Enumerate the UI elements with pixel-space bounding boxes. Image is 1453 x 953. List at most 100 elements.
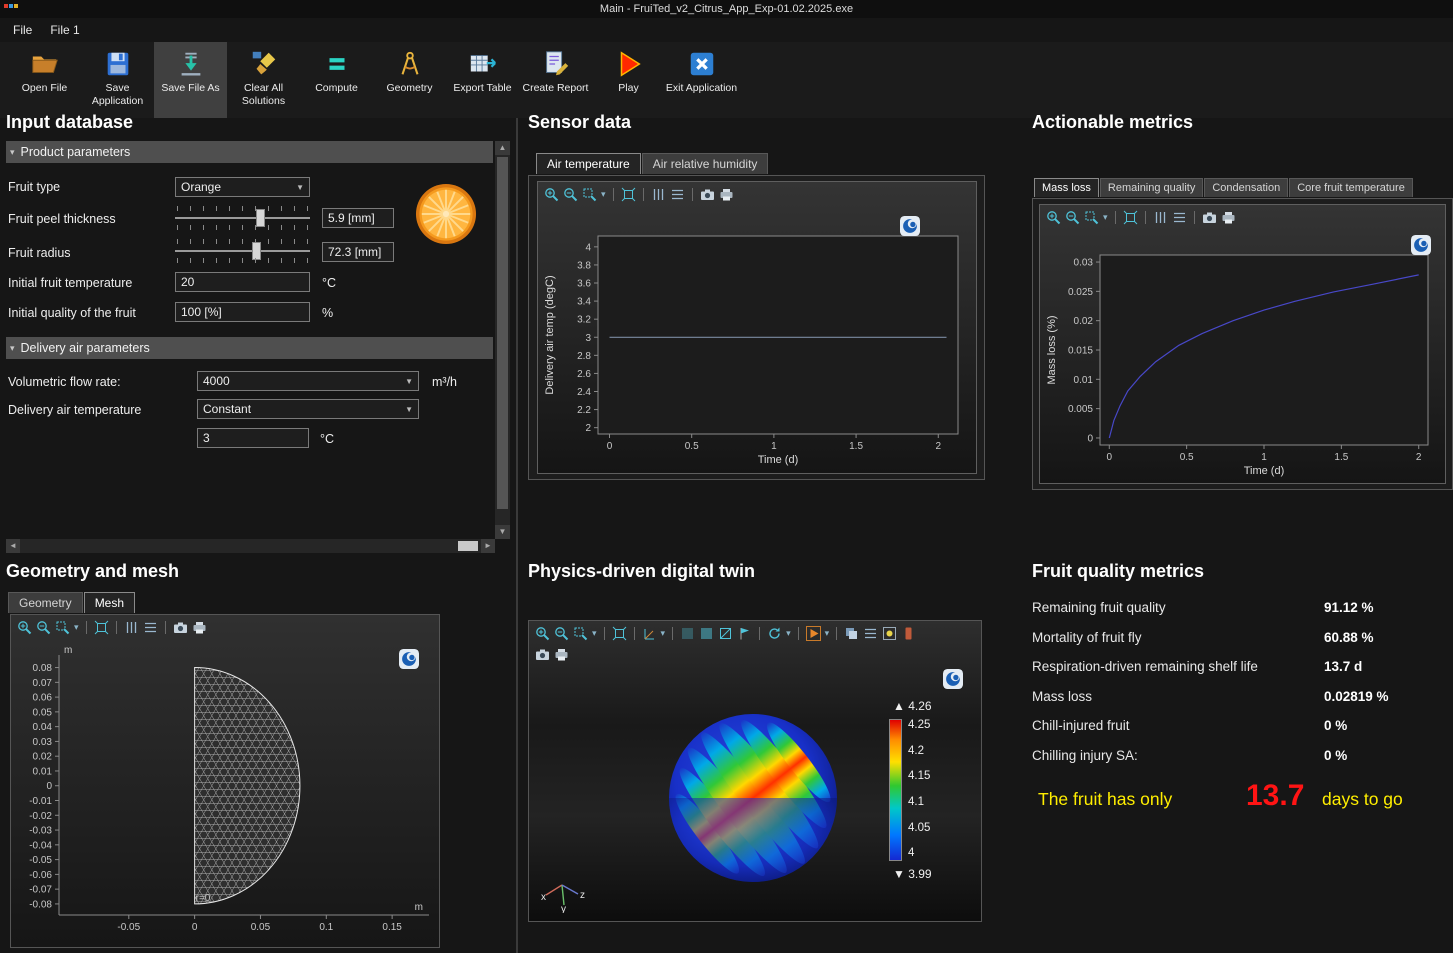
tab[interactable]: Air temperature bbox=[536, 153, 641, 174]
dropdown-caret-icon[interactable]: ▾ bbox=[592, 628, 597, 639]
svg-text:0.05: 0.05 bbox=[33, 707, 53, 718]
zoom-in-icon[interactable] bbox=[17, 620, 32, 635]
plane-xz-icon[interactable] bbox=[718, 626, 733, 641]
scroll-up-icon[interactable]: ▲ bbox=[495, 141, 510, 155]
zoom-extents-icon[interactable] bbox=[1123, 210, 1138, 225]
dropdown-caret-icon[interactable]: ▾ bbox=[786, 628, 791, 639]
zoom-box-icon[interactable] bbox=[582, 187, 597, 202]
toolbar-button-play[interactable]: Play bbox=[592, 42, 665, 118]
scroll-left-icon[interactable]: ◄ bbox=[6, 539, 20, 553]
play-scene-icon[interactable] bbox=[806, 626, 821, 641]
zoom-extents-icon[interactable] bbox=[94, 620, 109, 635]
flag-icon[interactable] bbox=[737, 626, 752, 641]
info-icon[interactable] bbox=[901, 626, 916, 641]
toolbar-button-clear[interactable]: Clear All Solutions bbox=[227, 42, 300, 118]
scene-light-icon[interactable] bbox=[882, 626, 897, 641]
print-icon[interactable] bbox=[192, 620, 207, 635]
zoom-out-icon[interactable] bbox=[554, 626, 569, 641]
scrollbar-thumb[interactable] bbox=[497, 157, 508, 509]
rotate-icon[interactable] bbox=[767, 626, 782, 641]
scroll-down-icon[interactable]: ▼ bbox=[495, 525, 510, 539]
vertical-scrollbar[interactable]: ▲ ▼ bbox=[495, 141, 510, 539]
plane-xy-icon[interactable] bbox=[680, 626, 695, 641]
comsol-logo-button[interactable] bbox=[900, 216, 920, 236]
toolbar-button-export-table[interactable]: Export Table bbox=[446, 42, 519, 118]
dropdown-caret-icon[interactable]: ▾ bbox=[1103, 212, 1108, 223]
grid-v-icon[interactable] bbox=[651, 187, 666, 202]
comsol-logo-button[interactable] bbox=[399, 649, 419, 669]
scroll-right-icon[interactable]: ► bbox=[481, 539, 495, 553]
fruit-radius-value[interactable]: 72.3 [mm] bbox=[322, 242, 394, 262]
print-icon[interactable] bbox=[719, 187, 734, 202]
massloss-plot[interactable]: 00.511.5200.0050.010.0150.020.0250.03Tim… bbox=[1042, 245, 1440, 481]
camera-icon[interactable] bbox=[1202, 210, 1217, 225]
toolbar-separator bbox=[86, 621, 87, 634]
fruit-radius-slider[interactable] bbox=[175, 238, 310, 264]
fruit-3d-visualization[interactable] bbox=[625, 685, 885, 911]
zoom-box-icon[interactable] bbox=[573, 626, 588, 641]
view-axis-icon[interactable] bbox=[642, 626, 657, 641]
scrollbar-thumb[interactable] bbox=[458, 541, 478, 551]
zoom-box-icon[interactable] bbox=[1084, 210, 1099, 225]
zoom-in-icon[interactable] bbox=[544, 187, 559, 202]
zoom-box-icon[interactable] bbox=[55, 620, 70, 635]
tab[interactable]: Condensation bbox=[1204, 178, 1288, 197]
horizontal-scrollbar[interactable]: ◄ ► bbox=[6, 539, 495, 553]
peel-thickness-slider[interactable] bbox=[175, 205, 310, 231]
dropdown-caret-icon[interactable]: ▾ bbox=[825, 628, 830, 639]
plane-yz-icon[interactable] bbox=[699, 626, 714, 641]
peel-thickness-value[interactable]: 5.9 [mm] bbox=[322, 208, 394, 228]
camera-icon[interactable] bbox=[535, 647, 550, 662]
sensor-plot[interactable]: 00.511.5222.22.42.62.833.23.43.63.84Time… bbox=[540, 226, 974, 470]
zoom-extents-icon[interactable] bbox=[612, 626, 627, 641]
camera-icon[interactable] bbox=[173, 620, 188, 635]
tab[interactable]: Core fruit temperature bbox=[1289, 178, 1413, 197]
grid-h-icon[interactable] bbox=[1172, 210, 1187, 225]
initial-temp-input[interactable]: 20 bbox=[175, 272, 310, 292]
dropdown-caret-icon[interactable]: ▾ bbox=[601, 189, 606, 200]
initial-quality-input[interactable]: 100 [%] bbox=[175, 302, 310, 322]
toolbar-button-create-report[interactable]: Create Report bbox=[519, 42, 592, 118]
menu-item[interactable]: File bbox=[4, 20, 41, 40]
tab[interactable]: Air relative humidity bbox=[642, 153, 769, 174]
dropdown-caret-icon[interactable]: ▾ bbox=[661, 628, 666, 639]
layers-icon[interactable] bbox=[844, 626, 859, 641]
tab[interactable]: Mass loss bbox=[1034, 178, 1099, 197]
toolbar-button-geometry[interactable]: Geometry bbox=[373, 42, 446, 118]
slider-thumb[interactable] bbox=[256, 209, 265, 227]
toolbar-button-save-as[interactable]: Save File As bbox=[154, 42, 227, 118]
toolbar-button-exit[interactable]: Exit Application bbox=[665, 42, 738, 118]
zoom-out-icon[interactable] bbox=[563, 187, 578, 202]
tab[interactable]: Mesh bbox=[84, 592, 135, 613]
comsol-logo-button[interactable] bbox=[1411, 235, 1431, 255]
slider-thumb[interactable] bbox=[252, 242, 261, 260]
tab[interactable]: Geometry bbox=[8, 592, 83, 613]
print-icon[interactable] bbox=[1221, 210, 1236, 225]
air-temp-value-input[interactable]: 3 bbox=[197, 428, 309, 448]
fruit-type-dropdown[interactable]: Orange ▼ bbox=[175, 177, 310, 197]
print-icon[interactable] bbox=[554, 647, 569, 662]
comsol-logo-button[interactable] bbox=[943, 669, 963, 689]
camera-icon[interactable] bbox=[700, 187, 715, 202]
tab[interactable]: Remaining quality bbox=[1100, 178, 1203, 197]
grid-h-icon[interactable] bbox=[863, 626, 878, 641]
menu-item[interactable]: File 1 bbox=[41, 20, 88, 40]
grid-v-icon[interactable] bbox=[1153, 210, 1168, 225]
dropdown-caret-icon[interactable]: ▾ bbox=[74, 622, 79, 633]
mesh-plot[interactable]: -0.0500.050.10.150.080.070.060.050.040.0… bbox=[13, 641, 437, 941]
grid-v-icon[interactable] bbox=[124, 620, 139, 635]
toolbar-button-compute[interactable]: Compute bbox=[300, 42, 373, 118]
zoom-out-icon[interactable] bbox=[1065, 210, 1080, 225]
grid-h-icon[interactable] bbox=[143, 620, 158, 635]
zoom-in-icon[interactable] bbox=[535, 626, 550, 641]
toolbar-button-open-file[interactable]: Open File bbox=[8, 42, 81, 118]
section-header-product-parameters[interactable]: ▾ Product parameters bbox=[6, 141, 493, 163]
flow-rate-dropdown[interactable]: 4000 ▼ bbox=[197, 371, 419, 391]
zoom-in-icon[interactable] bbox=[1046, 210, 1061, 225]
section-header-delivery-air[interactable]: ▾ Delivery air parameters bbox=[6, 337, 493, 359]
air-temp-mode-dropdown[interactable]: Constant ▼ bbox=[197, 399, 419, 419]
grid-h-icon[interactable] bbox=[670, 187, 685, 202]
zoom-out-icon[interactable] bbox=[36, 620, 51, 635]
toolbar-button-save[interactable]: Save Application bbox=[81, 42, 154, 118]
zoom-extents-icon[interactable] bbox=[621, 187, 636, 202]
